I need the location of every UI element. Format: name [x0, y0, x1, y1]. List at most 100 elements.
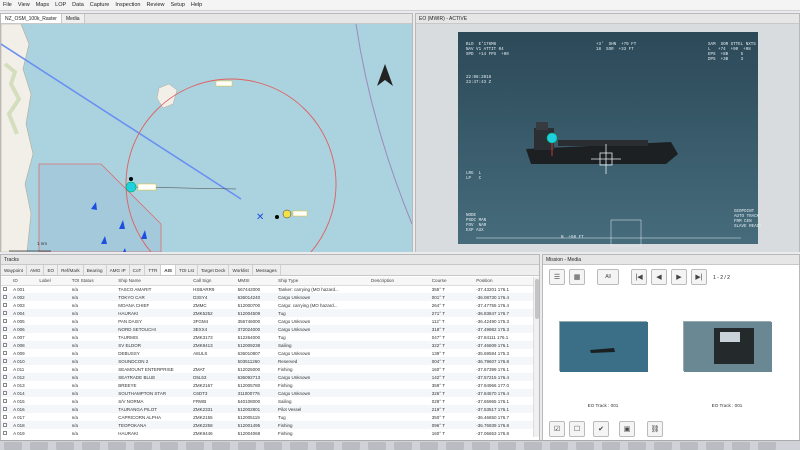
menu-item-help[interactable]: Help — [188, 2, 205, 8]
table-row[interactable]: A 015 n/a S/V NORMA FRWB 540108000 Sailing 028… — [1, 397, 539, 405]
map-canvas[interactable]: ✕ — [1, 24, 412, 252]
taskbar-button[interactable] — [576, 442, 594, 450]
table-row[interactable]: A 016 n/a TAURANGA PILOT ZMK2331 512002801 Pi… — [1, 405, 539, 413]
taskbar-button[interactable] — [394, 442, 412, 450]
menu-item-inspection[interactable]: Inspection — [112, 2, 143, 8]
tab-target-deck[interactable]: Target Deck — [198, 265, 230, 275]
taskbar-button[interactable] — [420, 442, 438, 450]
tab-waypoint[interactable]: Waypoint — [1, 265, 27, 275]
row-checkbox[interactable] — [3, 374, 7, 379]
tab-worklist[interactable]: Worklist — [229, 265, 253, 275]
taskbar-button[interactable] — [212, 442, 230, 450]
deselect-icon[interactable]: ☐ — [569, 421, 585, 437]
taskbar-button[interactable] — [472, 442, 490, 450]
menu-item-review[interactable]: Review — [143, 2, 167, 8]
table-row[interactable]: A 008 n/a SV ELDOR ZMK8413 512009238 Sailing 3… — [1, 341, 539, 349]
row-checkbox[interactable] — [3, 350, 7, 355]
taskbar-button[interactable] — [602, 442, 620, 450]
row-checkbox[interactable] — [3, 302, 7, 307]
tab-amg[interactable]: AMG — [27, 265, 45, 275]
row-checkbox[interactable] — [3, 406, 7, 411]
column-header[interactable]: Call Sign — [191, 277, 236, 286]
column-header[interactable] — [1, 277, 12, 286]
taskbar-button[interactable] — [758, 442, 776, 450]
taskbar-button[interactable] — [628, 442, 646, 450]
menu-item-setup[interactable]: Setup — [168, 2, 188, 8]
tab-eo[interactable]: EO — [44, 265, 59, 275]
table-row[interactable]: A 002 n/a TOKYO CAR D3SY4 636014240 Cargo Unk… — [1, 293, 539, 301]
row-checkbox[interactable] — [3, 318, 7, 323]
table-row[interactable]: A 004 n/a HAURAKI ZMK5252 512004509 Tug 271° T… — [1, 309, 539, 317]
tab-media[interactable]: Media — [61, 14, 85, 23]
approve-icon[interactable]: ✔ — [593, 421, 609, 437]
taskbar-button[interactable] — [30, 442, 48, 450]
table-row[interactable]: A 012 n/a SEATRADE BLUE D5L53 636092713 Cargo… — [1, 373, 539, 381]
column-header[interactable]: ID — [11, 277, 38, 286]
taskbar-button[interactable] — [238, 442, 256, 450]
save-icon[interactable]: ▣ — [619, 421, 635, 437]
taskbar-button[interactable] — [368, 442, 386, 450]
taskbar-button[interactable] — [290, 442, 308, 450]
taskbar-button[interactable] — [342, 442, 360, 450]
taskbar-button[interactable] — [264, 442, 282, 450]
tab-bearing[interactable]: Bearing — [84, 265, 107, 275]
menu-item-capture[interactable]: Capture — [87, 2, 113, 8]
column-header[interactable]: TOI Status — [69, 277, 117, 286]
filter-all-button[interactable]: All — [597, 269, 619, 285]
column-header[interactable]: Description — [369, 277, 430, 286]
taskbar-button[interactable] — [56, 442, 74, 450]
column-header[interactable]: MMSI — [235, 277, 277, 286]
menu-item-data[interactable]: Data — [69, 2, 87, 8]
column-header[interactable]: Label — [37, 277, 70, 286]
taskbar-button[interactable] — [706, 442, 724, 450]
row-checkbox[interactable] — [3, 358, 7, 363]
tracks-scrollbar[interactable] — [533, 277, 539, 437]
media-thumbnail-1[interactable] — [559, 321, 648, 372]
tab-cot[interactable]: CoT — [130, 265, 146, 275]
tab-ttr[interactable]: TTR — [145, 265, 162, 275]
row-checkbox[interactable] — [3, 294, 7, 299]
table-row[interactable]: A 013 n/a BREEYE ZMK2167 512005780 Fishing 359… — [1, 381, 539, 389]
table-row[interactable]: A 017 n/a CAPRICORN ALPHA ZMK2155 512005119 T… — [1, 413, 539, 421]
row-checkbox[interactable] — [3, 430, 7, 435]
menu-item-maps[interactable]: Maps — [33, 2, 52, 8]
column-header[interactable]: Ship Type — [276, 277, 370, 286]
row-checkbox[interactable] — [3, 398, 7, 403]
row-checkbox[interactable] — [3, 382, 7, 387]
row-checkbox[interactable] — [3, 414, 7, 419]
taskbar-button[interactable] — [550, 442, 568, 450]
taskbar-button[interactable] — [134, 442, 152, 450]
row-checkbox[interactable] — [3, 390, 7, 395]
taskbar-button[interactable] — [108, 442, 126, 450]
taskbar-button[interactable] — [446, 442, 464, 450]
tab-amg-ip[interactable]: AMG IP — [107, 265, 130, 275]
grid-view-icon[interactable]: ▦ — [569, 269, 585, 285]
row-checkbox[interactable] — [3, 366, 7, 371]
taskbar-button[interactable] — [654, 442, 672, 450]
taskbar-button[interactable] — [732, 442, 750, 450]
track-marker-icon[interactable] — [125, 181, 137, 193]
select-icon[interactable]: ☑ — [549, 421, 565, 437]
taskbar-button[interactable] — [316, 442, 334, 450]
first-page-icon[interactable]: |◀ — [631, 269, 647, 285]
last-page-icon[interactable]: ▶| — [691, 269, 707, 285]
table-row[interactable]: A 011 n/a SEAMOUNT ENTERPRISE ZMAT 512025000… — [1, 365, 539, 373]
column-header[interactable]: Ship Name — [116, 277, 192, 286]
row-checkbox[interactable] — [3, 422, 7, 427]
table-row[interactable]: A 001 n/a TASCO AMARIT HSBARR9 567442000 Tank… — [1, 285, 539, 293]
tab-map-layer[interactable]: NZ_OSM_100k_Raster — [1, 14, 62, 23]
menu-item-lop[interactable]: LOP — [52, 2, 69, 8]
table-row[interactable]: A 018 n/a TEOPOKANA ZMK2258 512001495 Fishing… — [1, 421, 539, 429]
table-row[interactable]: A 010 n/a SOUNDCON 2 503511260 Reserved 004° … — [1, 357, 539, 365]
list-view-icon[interactable]: ☰ — [549, 269, 565, 285]
column-header[interactable]: Position — [474, 277, 539, 286]
table-row[interactable]: A 006 n/a NORD SETOUCHI 3EXX4 372024000 Cargo… — [1, 325, 539, 333]
tab-ref-mark[interactable]: Ref/Mark — [58, 265, 84, 275]
link-icon[interactable]: ⛓ — [647, 421, 663, 437]
menu-item-view[interactable]: View — [15, 2, 33, 8]
table-row[interactable]: A 014 n/a SOUTHAMPTON STAR C6DT3 311000776 Ca… — [1, 389, 539, 397]
table-row[interactable]: A 007 n/a TAURMIS ZMK3173 512264000 Tug 047° T… — [1, 333, 539, 341]
row-checkbox[interactable] — [3, 326, 7, 331]
taskbar-button[interactable] — [4, 442, 22, 450]
table-row[interactable]: A 003 n/a MOANA CHIEF ZMMC 512000700 Cargo: c… — [1, 301, 539, 309]
